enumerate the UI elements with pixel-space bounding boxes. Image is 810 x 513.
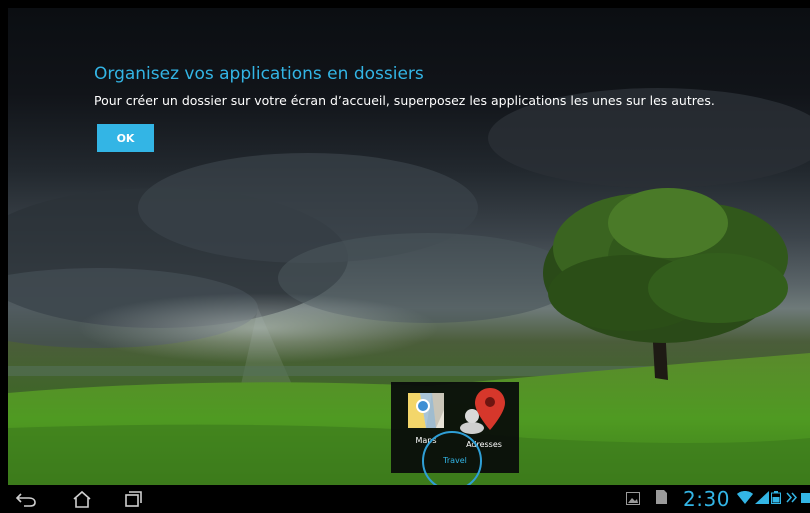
- usb-icon[interactable]: [801, 491, 810, 504]
- sd-card-icon[interactable]: [656, 490, 667, 504]
- maps-icon: [408, 393, 444, 428]
- system-bar: 2:30: [0, 485, 810, 513]
- signal-icon: [755, 491, 769, 504]
- gallery-notification-icon[interactable]: [626, 492, 640, 505]
- tutorial-description: Pour créer un dossier sur votre écran d’…: [94, 93, 715, 108]
- wifi-icon: [737, 491, 753, 504]
- recent-apps-button[interactable]: [118, 489, 146, 509]
- places-icon: [460, 388, 505, 434]
- home-button[interactable]: [68, 489, 96, 509]
- home-icon: [73, 490, 91, 508]
- ok-button[interactable]: OK: [97, 124, 154, 152]
- tutorial-title: Organisez vos applications en dossiers: [94, 64, 424, 84]
- status-clock: 2:30: [683, 487, 730, 511]
- highlight-ring: [422, 431, 482, 491]
- back-button[interactable]: [12, 489, 40, 509]
- screen-frame-top: [0, 0, 810, 8]
- screen-frame-left: [0, 0, 8, 513]
- recent-apps-icon: [125, 491, 142, 507]
- back-icon: [15, 493, 36, 507]
- more-notifications-icon[interactable]: [786, 492, 798, 503]
- battery-icon: [771, 491, 781, 504]
